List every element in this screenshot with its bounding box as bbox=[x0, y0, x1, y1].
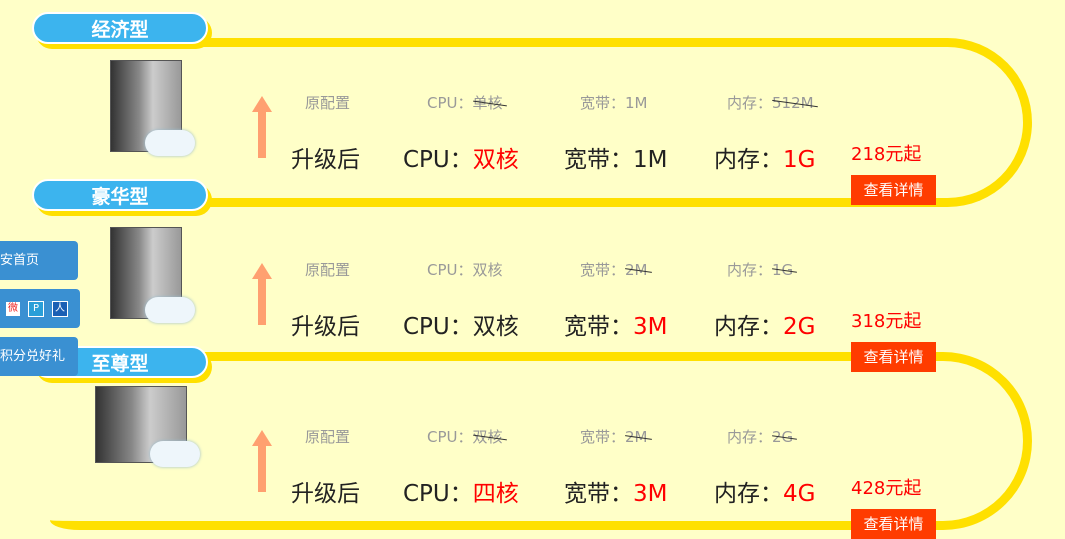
cloud-icon bbox=[150, 441, 200, 467]
sidebar-home-link[interactable]: 安首页 bbox=[0, 241, 78, 280]
original-cpu: CPU：双核 bbox=[427, 261, 503, 279]
arrow-up-icon bbox=[252, 430, 272, 492]
renren-icon[interactable]: 人 bbox=[52, 300, 68, 317]
original-memory: 内存：512M bbox=[727, 94, 814, 112]
cloud-icon bbox=[145, 130, 195, 156]
upgraded-cpu: CPU：双核 bbox=[403, 314, 519, 340]
upgraded-cpu: CPU：四核 bbox=[403, 481, 519, 507]
upgraded-bandwidth: 宽带：3M bbox=[564, 481, 668, 507]
original-bandwidth: 宽带：2M bbox=[580, 428, 648, 446]
upgraded-memory: 内存：1G bbox=[714, 147, 816, 173]
original-bandwidth: 宽带：2M bbox=[580, 261, 648, 279]
tencent-icon[interactable]: P bbox=[28, 300, 44, 317]
weibo-icon[interactable]: 微 bbox=[6, 301, 20, 316]
upgraded-bandwidth: 宽带：3M bbox=[564, 314, 668, 340]
original-config-label: 原配置 bbox=[305, 261, 351, 279]
upgraded-label: 升级后 bbox=[291, 314, 360, 340]
arrow-up-icon bbox=[252, 96, 272, 158]
plan-row: 豪华型 原配置 CPU：双核 宽带：2M 内存：1G 升级后 CPU：双核 宽带… bbox=[0, 179, 1065, 372]
price: 428元起 bbox=[851, 478, 922, 499]
plan-row: 至尊型 原配置 CPU：双核 宽带：2M 内存：2G 升级后 CPU：四核 宽带… bbox=[0, 346, 1065, 539]
original-cpu: CPU：双核 bbox=[427, 428, 503, 446]
sidebar-home-label: 安首页 bbox=[0, 253, 40, 268]
plan-title: 经济型 bbox=[32, 12, 208, 44]
view-details-button[interactable]: 查看详情 bbox=[851, 509, 936, 539]
plan-title: 豪华型 bbox=[32, 179, 208, 211]
original-bandwidth: 宽带：1M bbox=[580, 94, 648, 112]
cloud-icon bbox=[145, 297, 195, 323]
price: 318元起 bbox=[851, 311, 922, 332]
price: 218元起 bbox=[851, 144, 922, 165]
upgraded-memory: 内存：2G bbox=[714, 314, 816, 340]
plan-row: 经济型 原配置 CPU：单核 宽带：1M 内存：512M 升级后 CPU：双核 … bbox=[0, 12, 1065, 205]
sidebar-points-label: 积分兑好礼 bbox=[0, 349, 66, 364]
upgraded-cpu: CPU：双核 bbox=[403, 147, 519, 173]
original-config-label: 原配置 bbox=[305, 94, 351, 112]
upgraded-bandwidth: 宽带：1M bbox=[564, 147, 668, 173]
sidebar-points-link[interactable]: 积分兑好礼 bbox=[0, 337, 78, 376]
original-memory: 内存：1G bbox=[727, 261, 794, 279]
arrow-up-icon bbox=[252, 263, 272, 325]
sidebar-share: 微P人 bbox=[0, 289, 80, 328]
original-config-label: 原配置 bbox=[305, 428, 351, 446]
upgraded-label: 升级后 bbox=[291, 481, 360, 507]
original-memory: 内存：2G bbox=[727, 428, 794, 446]
upgraded-memory: 内存：4G bbox=[714, 481, 816, 507]
upgraded-label: 升级后 bbox=[291, 147, 360, 173]
original-cpu: CPU：单核 bbox=[427, 94, 503, 112]
